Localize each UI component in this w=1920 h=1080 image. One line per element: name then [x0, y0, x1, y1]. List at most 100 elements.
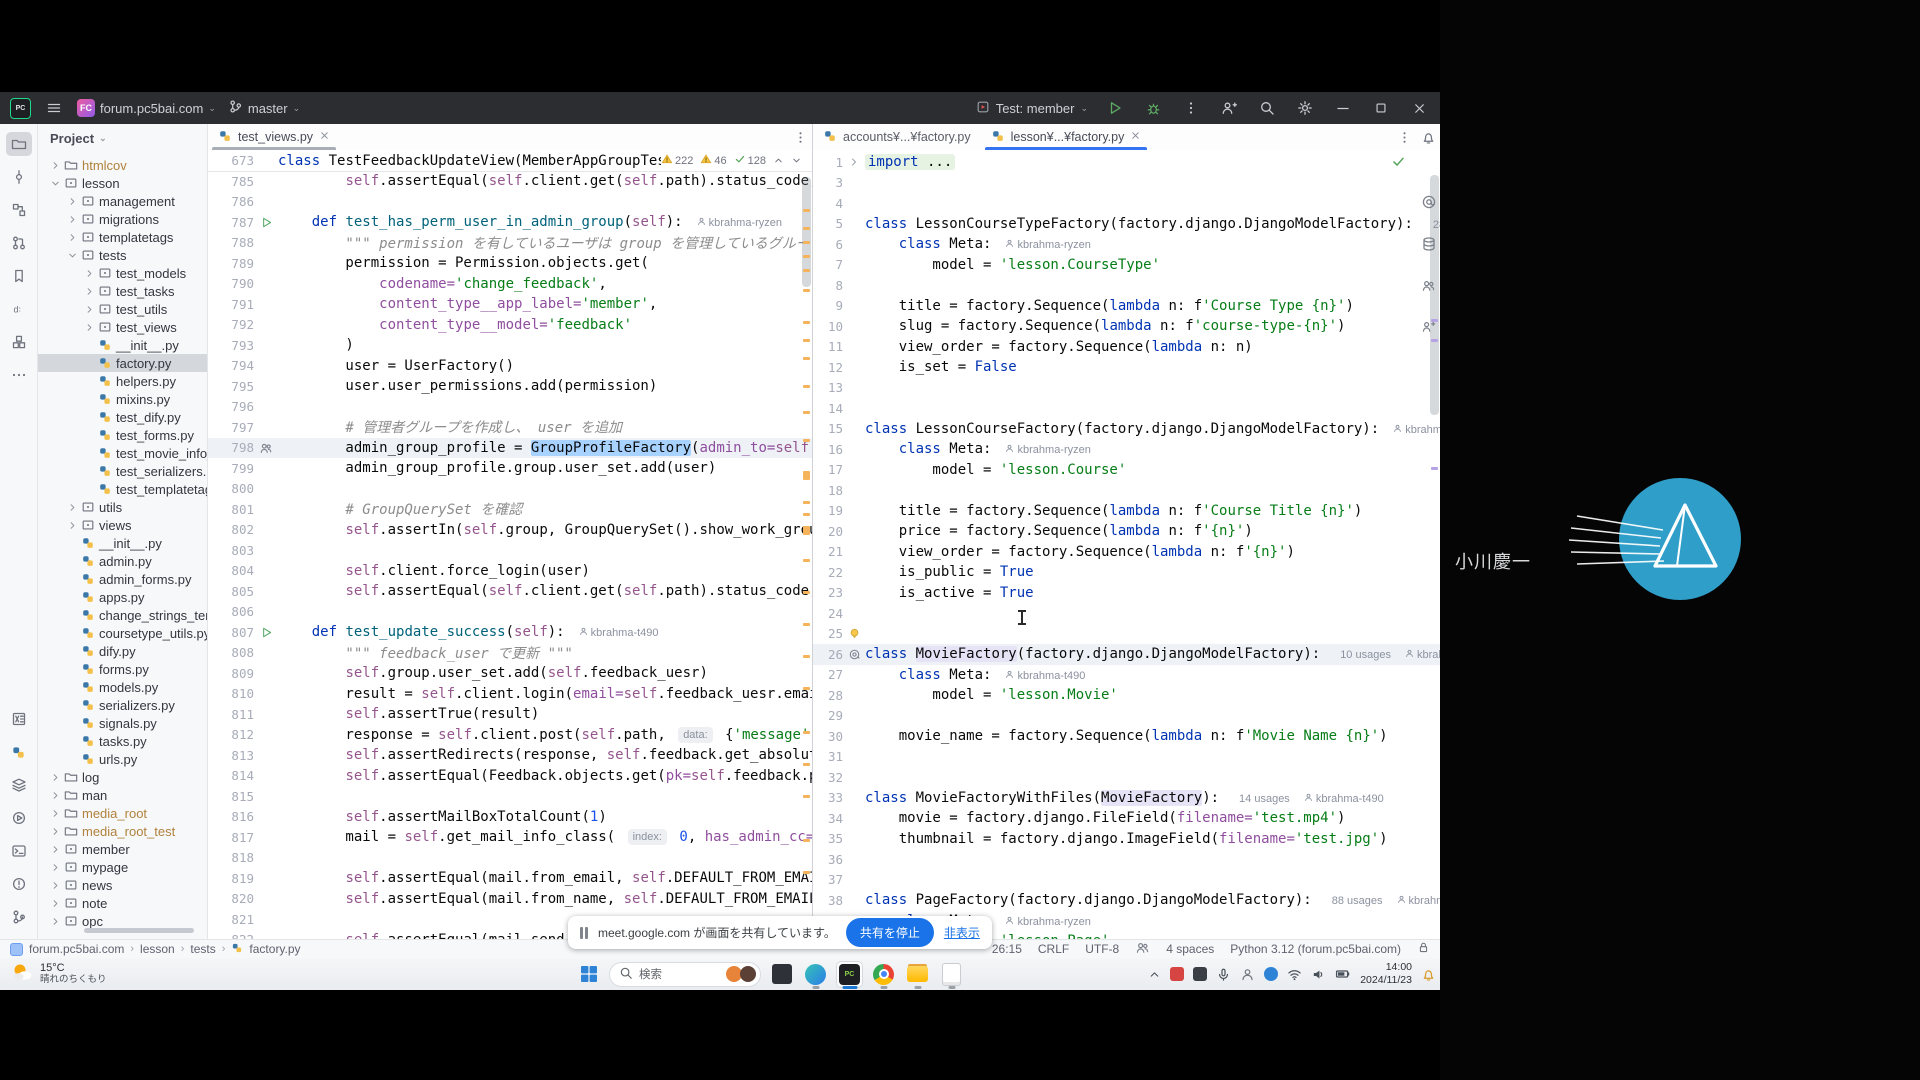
close-icon[interactable] [1130, 130, 1141, 144]
code-line[interactable]: 806 [208, 602, 812, 623]
maximize-button[interactable] [1370, 97, 1392, 119]
code-line[interactable]: 28 model = 'lesson.Movie' [813, 685, 1440, 706]
code-line[interactable]: 23 is_active = True [813, 583, 1440, 604]
code-line[interactable]: 800 [208, 479, 812, 500]
code-line[interactable]: 809 self.group.user_set.add(self.feedbac… [208, 663, 812, 684]
code-line[interactable]: 789 permission = Permission.objects.get( [208, 253, 812, 274]
code-line[interactable]: 801 # GroupQuerySet を確認 [208, 499, 812, 520]
project-widget[interactable]: FC forum.pc5bai.com ⌄ [77, 99, 216, 117]
gutter-run-icon[interactable] [254, 626, 278, 639]
chevron-right-icon[interactable] [65, 520, 79, 531]
code-line[interactable]: 26class MovieFactory(factory.django.Djan… [813, 644, 1440, 665]
tree-horizontal-scrollbar[interactable] [84, 928, 194, 933]
code-line[interactable]: 20 price = factory.Sequence(lambda n: f'… [813, 521, 1440, 542]
search-everywhere-button[interactable] [1256, 97, 1278, 119]
tree-item-test_views[interactable]: test_views [38, 318, 207, 336]
code-line[interactable]: 27 class Meta: kbrahma-t490 [813, 665, 1440, 686]
code-line[interactable]: 808 """ feedback_user で更新 """ [208, 643, 812, 664]
code-line[interactable]: 37 [813, 870, 1440, 891]
tree-item-note[interactable]: note [38, 894, 207, 912]
tree-item-lesson[interactable]: lesson [38, 174, 207, 192]
tree-item-test_movie_info_utils.py[interactable]: test_movie_info_utils.py [38, 444, 207, 462]
code-line[interactable]: 14 [813, 398, 1440, 419]
start-button[interactable] [576, 961, 602, 987]
tree-item-urls.py[interactable]: urls.py [38, 750, 207, 768]
tray-wifi-icon[interactable] [1287, 967, 1302, 982]
prev-problem-button[interactable] [773, 155, 784, 166]
tree-item-member[interactable]: member [38, 840, 207, 858]
tree-item-admin.py[interactable]: admin.py [38, 552, 207, 570]
code-line[interactable]: 819 self.assertEqual(mail.from_email, se… [208, 868, 812, 889]
code-line[interactable]: 29 [813, 706, 1440, 727]
taskbar-app-notepad[interactable] [938, 961, 965, 988]
tab-lesson-factory[interactable]: lesson¥...¥factory.py [981, 124, 1152, 150]
code-line[interactable]: 807 def test_update_success(self): kbrah… [208, 622, 812, 643]
tree-item-management[interactable]: management [38, 192, 207, 210]
chevron-right-icon[interactable] [82, 286, 96, 297]
chevron-right-icon[interactable] [48, 844, 62, 855]
code-line[interactable]: 25 [813, 624, 1440, 645]
next-problem-button[interactable] [791, 155, 802, 166]
tree-item-mixins.py[interactable]: mixins.py [38, 390, 207, 408]
code-line[interactable]: 18 [813, 480, 1440, 501]
line-separator[interactable]: CRLF [1038, 942, 1069, 956]
tray-app-dark-icon[interactable] [1193, 967, 1207, 981]
code-line[interactable]: 11 view_order = factory.Sequence(lambda … [813, 337, 1440, 358]
tree-item-dify.py[interactable]: dify.py [38, 642, 207, 660]
left-editor[interactable]: 673 class TestFeedbackUpdateView(MemberA… [208, 150, 812, 939]
code-line[interactable]: 33class MovieFactoryWithFiles(MovieFacto… [813, 788, 1440, 809]
code-line[interactable]: 792 content_type__model='feedback' [208, 315, 812, 336]
tree-item-apps.py[interactable]: apps.py [38, 588, 207, 606]
chevron-right-icon[interactable] [65, 214, 79, 225]
weather-widget[interactable]: 15°C 晴れのちくもり [10, 958, 107, 990]
dify-icon[interactable]: d꞉ [6, 297, 32, 321]
code-line[interactable]: 797 # 管理者グループを作成し、 user を追加 [208, 417, 812, 438]
file-encoding[interactable]: UTF-8 [1085, 942, 1119, 956]
chevron-right-icon[interactable] [48, 916, 62, 927]
code-line[interactable]: 788 """ permission を有しているユーザは group を管理し… [208, 233, 812, 254]
code-line[interactable]: 24 [813, 603, 1440, 624]
code-line[interactable]: 796 [208, 397, 812, 418]
code-line[interactable]: 36 [813, 849, 1440, 870]
structure-icon[interactable] [6, 198, 32, 222]
tray-app-blue-icon[interactable] [1264, 967, 1278, 981]
chevron-down-icon[interactable] [48, 178, 62, 189]
gutter-at-icon[interactable] [843, 648, 865, 661]
tab-accounts-factory[interactable]: accounts¥...¥factory.py [813, 124, 981, 150]
code-line[interactable]: 805 self.assertEqual(self.client.get(sel… [208, 581, 812, 602]
chevron-right-icon[interactable] [48, 160, 62, 171]
tree-item-utils[interactable]: utils [38, 498, 207, 516]
code-line[interactable]: 19 title = factory.Sequence(lambda n: f'… [813, 501, 1440, 522]
main-menu-button[interactable] [43, 97, 65, 119]
version-control-icon[interactable] [6, 905, 32, 929]
tree-item-test_tasks[interactable]: test_tasks [38, 282, 207, 300]
settings-button[interactable] [1294, 97, 1316, 119]
chevron-down-icon[interactable] [65, 250, 79, 261]
code-line[interactable]: 16 class Meta: kbrahma-ryzen [813, 439, 1440, 460]
code-line[interactable]: 7 model = 'lesson.CourseType' [813, 255, 1440, 276]
run-button[interactable] [1104, 97, 1126, 119]
tray-battery-icon[interactable] [1335, 966, 1351, 982]
tray-app-red-icon[interactable] [1170, 967, 1184, 981]
chevron-right-icon[interactable] [82, 322, 96, 333]
code-line[interactable]: 811 self.assertTrue(result) [208, 704, 812, 725]
tree-item-forms.py[interactable]: forms.py [38, 660, 207, 678]
gutter-run-icon[interactable] [254, 216, 278, 229]
tree-item-templatetags[interactable]: templatetags [38, 228, 207, 246]
indent-style[interactable]: 4 spaces [1166, 942, 1214, 956]
code-line[interactable]: 3 [813, 173, 1440, 194]
chevron-right-icon[interactable] [65, 502, 79, 513]
code-line[interactable]: 21 view_order = factory.Sequence(lambda … [813, 542, 1440, 563]
minimize-button[interactable] [1332, 97, 1354, 119]
right-editor[interactable]: 1import ...345class LessonCourseTypeFact… [813, 150, 1440, 939]
code-line[interactable]: 13 [813, 378, 1440, 399]
tab-options-button[interactable] [788, 130, 812, 145]
code-line[interactable]: 793 ) [208, 335, 812, 356]
code-with-me-button[interactable] [1218, 97, 1240, 119]
chevron-right-icon[interactable] [82, 304, 96, 315]
taskbar-app-edge[interactable] [802, 961, 829, 988]
python-interpreter[interactable]: Python 3.12 (forum.pc5bai.com) [1230, 942, 1401, 956]
code-line[interactable]: 6 class Meta: kbrahma-ryzen [813, 234, 1440, 255]
python-console-icon[interactable] [6, 740, 32, 764]
tree-item-log[interactable]: log [38, 768, 207, 786]
